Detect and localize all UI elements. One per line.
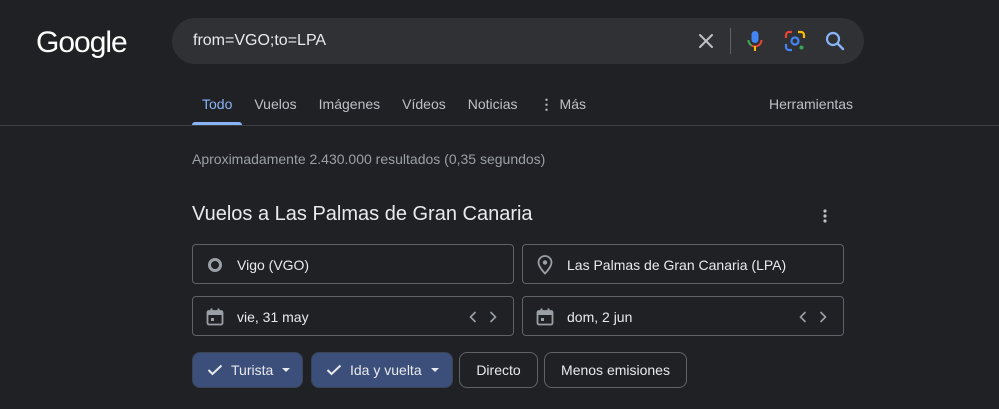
nonstop-chip[interactable]: Directo: [459, 352, 538, 388]
search-tabs: Todo Vuelos Imágenes Vídeos Noticias ⋮ M…: [191, 84, 608, 125]
check-icon: [207, 364, 223, 376]
tab-imagenes[interactable]: Imágenes: [319, 84, 380, 125]
chevron-right-icon[interactable]: [815, 307, 831, 327]
result-stats: Aproximadamente 2.430.000 resultados (0,…: [192, 151, 546, 167]
caret-down-icon: [281, 367, 291, 373]
close-icon[interactable]: [694, 29, 718, 53]
origin-circle-icon: [205, 255, 225, 275]
origin-value: Vigo (VGO): [237, 257, 310, 273]
more-vert-icon: ⋮: [539, 96, 554, 112]
return-date-field[interactable]: dom, 2 jun: [522, 296, 844, 336]
tab-todo[interactable]: Todo: [191, 84, 243, 125]
return-date-arrows: [795, 307, 831, 327]
tab-mas-label: Más: [559, 96, 586, 112]
chevron-left-icon[interactable]: [465, 307, 481, 327]
search-input[interactable]: from=VGO;to=LPA: [193, 32, 326, 50]
cabin-class-chip[interactable]: Turista: [192, 352, 303, 388]
check-icon: [326, 364, 342, 376]
departure-date-field[interactable]: vie, 31 may: [192, 296, 514, 336]
chevron-left-icon[interactable]: [795, 307, 811, 327]
tab-videos[interactable]: Vídeos: [402, 84, 446, 125]
departure-date-value: vie, 31 may: [237, 309, 309, 325]
calendar-icon: [205, 307, 225, 327]
google-logo[interactable]: Google: [36, 26, 128, 60]
caret-down-icon: [430, 367, 440, 373]
tools-button[interactable]: Herramientas: [769, 96, 853, 112]
flights-card-title[interactable]: Vuelos a Las Palmas de Gran Canaria: [192, 203, 533, 226]
trip-type-label: Ida y vuelta: [350, 362, 422, 378]
nonstop-label: Directo: [476, 362, 521, 378]
search-bar[interactable]: from=VGO;to=LPA: [172, 18, 864, 64]
search-icon[interactable]: [823, 29, 847, 53]
microphone-icon[interactable]: [743, 29, 767, 53]
origin-field[interactable]: Vigo (VGO): [192, 244, 514, 284]
tab-mas[interactable]: ⋮ Más: [540, 84, 586, 125]
tab-noticias[interactable]: Noticias: [468, 84, 518, 125]
google-lens-icon[interactable]: [783, 29, 807, 53]
cabin-class-label: Turista: [231, 362, 274, 378]
destination-field[interactable]: Las Palmas de Gran Canaria (LPA): [522, 244, 844, 284]
trip-type-chip[interactable]: Ida y vuelta: [311, 352, 453, 388]
tab-vuelos[interactable]: Vuelos: [254, 84, 296, 125]
lower-emissions-label: Menos emisiones: [561, 362, 670, 378]
header-divider: [0, 125, 999, 126]
chevron-right-icon[interactable]: [485, 307, 501, 327]
departure-date-arrows: [465, 307, 501, 327]
more-options-icon[interactable]: [815, 206, 835, 226]
lower-emissions-chip[interactable]: Menos emisiones: [544, 352, 687, 388]
destination-value: Las Palmas de Gran Canaria (LPA): [567, 257, 787, 273]
search-divider: [730, 28, 731, 54]
location-pin-icon: [535, 255, 555, 275]
calendar-icon: [535, 307, 555, 327]
return-date-value: dom, 2 jun: [567, 309, 633, 325]
